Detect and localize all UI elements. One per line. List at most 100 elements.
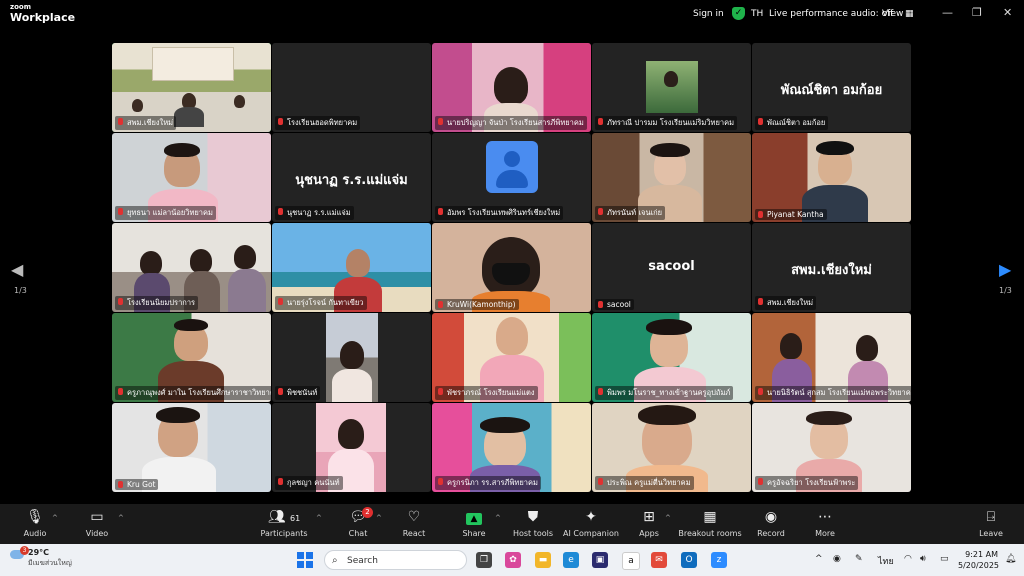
minimize-icon[interactable]: —	[942, 6, 953, 19]
copilot-icon[interactable]: ✿	[505, 552, 521, 568]
tray-app-icon[interactable]: ◉	[833, 554, 841, 564]
participant-tile[interactable]: ครูภาณุพงศ์ มาใน โรงเรียนศึกษาราชาวิทยาค…	[112, 313, 271, 402]
participants-options-caret-icon[interactable]: ^	[316, 514, 322, 522]
amazon-icon[interactable]: a	[622, 552, 640, 570]
participant-tile[interactable]: นายปริญญา จันป่า โรงเรียนสารภีพิทยาคม	[432, 43, 591, 132]
taskbar-clock[interactable]: 9:21 AM 5/20/2025	[958, 549, 1000, 571]
top-bar: zoom Workplace Sign in ✓ TH Live perform…	[0, 0, 1024, 30]
participant-tile[interactable]: ภัทรนันท์ เจนเก่ย	[592, 133, 751, 222]
apps-options-caret-icon[interactable]: ^	[665, 514, 671, 522]
battery-icon[interactable]: ▭	[940, 554, 949, 564]
participant-tile[interactable]: ภัทราณี ปารมม โรงเรียนแม่ริมวิทยาคม	[592, 43, 751, 132]
meeting-toolbar: 🎙︎ Audio ^ ▭ Video ^ 👥︎ 61 Participants …	[0, 504, 1024, 544]
task-view-icon[interactable]: ❐	[476, 552, 492, 568]
participants-count: 61	[290, 514, 301, 523]
participant-tile[interactable]: นายนิธิรัตน์ สุกสม โรงเรียนแม่ทอพระวิทยา…	[752, 313, 911, 402]
outlook-icon[interactable]: O	[681, 552, 697, 568]
clock-date: 5/20/2025	[958, 561, 1000, 570]
participant-tile[interactable]: สพม.เชียงใหม่	[112, 43, 271, 132]
wifi-icon[interactable]: ◠	[904, 554, 912, 564]
audio-status[interactable]: Live performance audio: off	[769, 9, 893, 19]
participant-tile[interactable]: ครูกรนิภา รร.สารภีพิทยาคม	[432, 403, 591, 492]
view-grid-icon[interactable]: ▦	[905, 9, 914, 19]
weather-widget[interactable]: 3 29°C มีเมฆส่วนใหญ่	[10, 546, 72, 569]
weather-description: มีเมฆส่วนใหญ่	[28, 559, 72, 567]
user-initials[interactable]: TH	[751, 9, 763, 19]
host-tools-button[interactable]: ⛊ Host tools	[503, 508, 563, 538]
language-indicator[interactable]: ไทย	[878, 554, 894, 568]
store-icon[interactable]: ▣	[592, 552, 608, 568]
prev-page-icon[interactable]: ◀	[11, 260, 23, 279]
participant-name: อัมพร โรงเรียนเทพศิรินทร์เชียงใหม่	[435, 206, 564, 220]
pen-icon[interactable]: ✎	[855, 554, 863, 564]
video-options-caret-icon[interactable]: ^	[118, 514, 124, 522]
brand-top: zoom	[10, 3, 31, 11]
more-button[interactable]: ⋯ More	[795, 508, 855, 538]
participant-tile[interactable]: นุชนาฏ ร.ร.แม่แจ่ม นุชนาฏ ร.ร.แม่แจ่ม	[272, 133, 431, 222]
chat-options-caret-icon[interactable]: ^	[376, 514, 382, 522]
participant-name: พัชราภรณ์ โรงเรียนแม่แตง	[435, 386, 538, 400]
shield-check-icon[interactable]: ✓	[732, 7, 745, 20]
record-button[interactable]: ◉ Record	[741, 508, 801, 538]
tray-overflow-icon[interactable]: ^	[815, 554, 823, 564]
notifications-icon[interactable]: 🔔︎	[1005, 554, 1016, 564]
participant-tile[interactable]: Kru Got	[112, 403, 271, 492]
participant-name: ครูภาณุพงศ์ มาใน โรงเรียนศึกษาราชาวิทยาค…	[115, 386, 271, 400]
participant-tile[interactable]: นายรุ่งโรจน์ กันทาเขียว	[272, 223, 431, 312]
participant-name: sacool	[595, 299, 634, 310]
participant-tile[interactable]: sacool sacool	[592, 223, 751, 312]
participant-name: นุชนาฏ ร.ร.แม่แจ่ม	[275, 206, 354, 220]
participant-tile[interactable]: อัมพร โรงเรียนเทพศิรินทร์เชียงใหม่	[432, 133, 591, 222]
sparkle-icon: ✦	[585, 509, 597, 525]
leave-button[interactable]: ⍈ Leave	[961, 508, 1021, 538]
participant-tile[interactable]: Piyanat Kantha	[752, 133, 911, 222]
participant-name: โรงเรียนนิยมปราการ	[115, 296, 199, 310]
participant-tile[interactable]: KruWi(Kamonthip)	[432, 223, 591, 312]
taskbar-search[interactable]: ⌕ Search	[324, 550, 467, 570]
participant-name: นายรุ่งโรจน์ กันทาเขียว	[275, 296, 367, 310]
breakout-rooms-button[interactable]: ▦ Breakout rooms	[676, 508, 744, 538]
participant-tile[interactable]: โรงเรียนนิยมปราการ	[112, 223, 271, 312]
close-icon[interactable]: ✕	[1003, 6, 1012, 19]
apps-button[interactable]: ⊞ Apps	[619, 508, 679, 538]
participant-tile[interactable]: ยุทธนา แม่ลาน้อยวิทยาคม	[112, 133, 271, 222]
video-button[interactable]: ▭ Video	[67, 508, 127, 538]
participant-tile[interactable]: พัชราภรณ์ โรงเรียนแม่แตง	[432, 313, 591, 402]
participant-tile[interactable]: พิมพร มโนราช_ทางเข้าฐานครูอุปถัมภ์	[592, 313, 751, 402]
participant-tile[interactable]: ประพิณ ครูแม่ตื่นวิทยาคม	[592, 403, 751, 492]
file-explorer-icon[interactable]: ▬	[535, 552, 551, 568]
participant-tile[interactable]: กุลชญา คนนันท์	[272, 403, 431, 492]
sign-in-link[interactable]: Sign in	[693, 9, 724, 19]
view-button[interactable]: View	[882, 9, 903, 19]
chat-badge: 2	[362, 507, 373, 518]
volume-icon[interactable]: 🔊︎	[920, 554, 926, 564]
participant-tile[interactable]: สพม.เชียงใหม่ สพม.เชียงใหม่	[752, 223, 911, 312]
zoom-logo: zoom Workplace	[10, 3, 75, 24]
participant-name: พิมพร มโนราช_ทางเข้าฐานครูอุปถัมภ์	[595, 386, 734, 400]
edge-browser-icon[interactable]: e	[563, 552, 579, 568]
participant-name: Piyanat Kantha	[755, 209, 827, 220]
share-button[interactable]: ▲ Share	[444, 508, 504, 538]
audio-options-caret-icon[interactable]: ^	[52, 514, 58, 522]
react-button[interactable]: ♡ React	[384, 508, 444, 538]
windows-taskbar: 3 29°C มีเมฆส่วนใหญ่ ⌕ Search ❐ ✿ ▬ e ▣ …	[0, 544, 1024, 576]
app-icon[interactable]: ✉	[651, 552, 667, 568]
chat-button[interactable]: 💬︎ 2 Chat	[328, 507, 388, 538]
ai-companion-button[interactable]: ✦ AI Companion	[557, 508, 625, 538]
share-options-caret-icon[interactable]: ^	[495, 514, 501, 522]
shield-icon: ⛊	[527, 509, 539, 525]
restore-icon[interactable]: ❐	[972, 6, 982, 19]
participant-tile[interactable]: พัณณ์ชิตา อมก้อย พัณณ์ชิตา อมก้อย	[752, 43, 911, 132]
participant-tile[interactable]: ครูอัจฉริยา โรงเรียนฟ้าพระ	[752, 403, 911, 492]
windows-start-icon[interactable]	[297, 552, 313, 568]
audio-button[interactable]: 🎙︎ Audio	[5, 508, 65, 538]
next-page-icon[interactable]: ▶	[999, 260, 1011, 279]
participants-button[interactable]: 👥︎ 61 Participants	[254, 508, 314, 538]
participant-tile[interactable]: พิชชนันท์	[272, 313, 431, 402]
participant-tile[interactable]: โรงเรียนฮอดพิทยาคม	[272, 43, 431, 132]
zoom-taskbar-icon[interactable]: z	[711, 552, 727, 568]
participant-name: นายนิธิรัตน์ สุกสม โรงเรียนแม่ทอพระวิทยา…	[755, 386, 911, 400]
participant-name: Kru Got	[115, 479, 159, 490]
weather-badge: 3	[20, 546, 29, 555]
participant-name: ครูอัจฉริยา โรงเรียนฟ้าพระ	[755, 476, 859, 490]
